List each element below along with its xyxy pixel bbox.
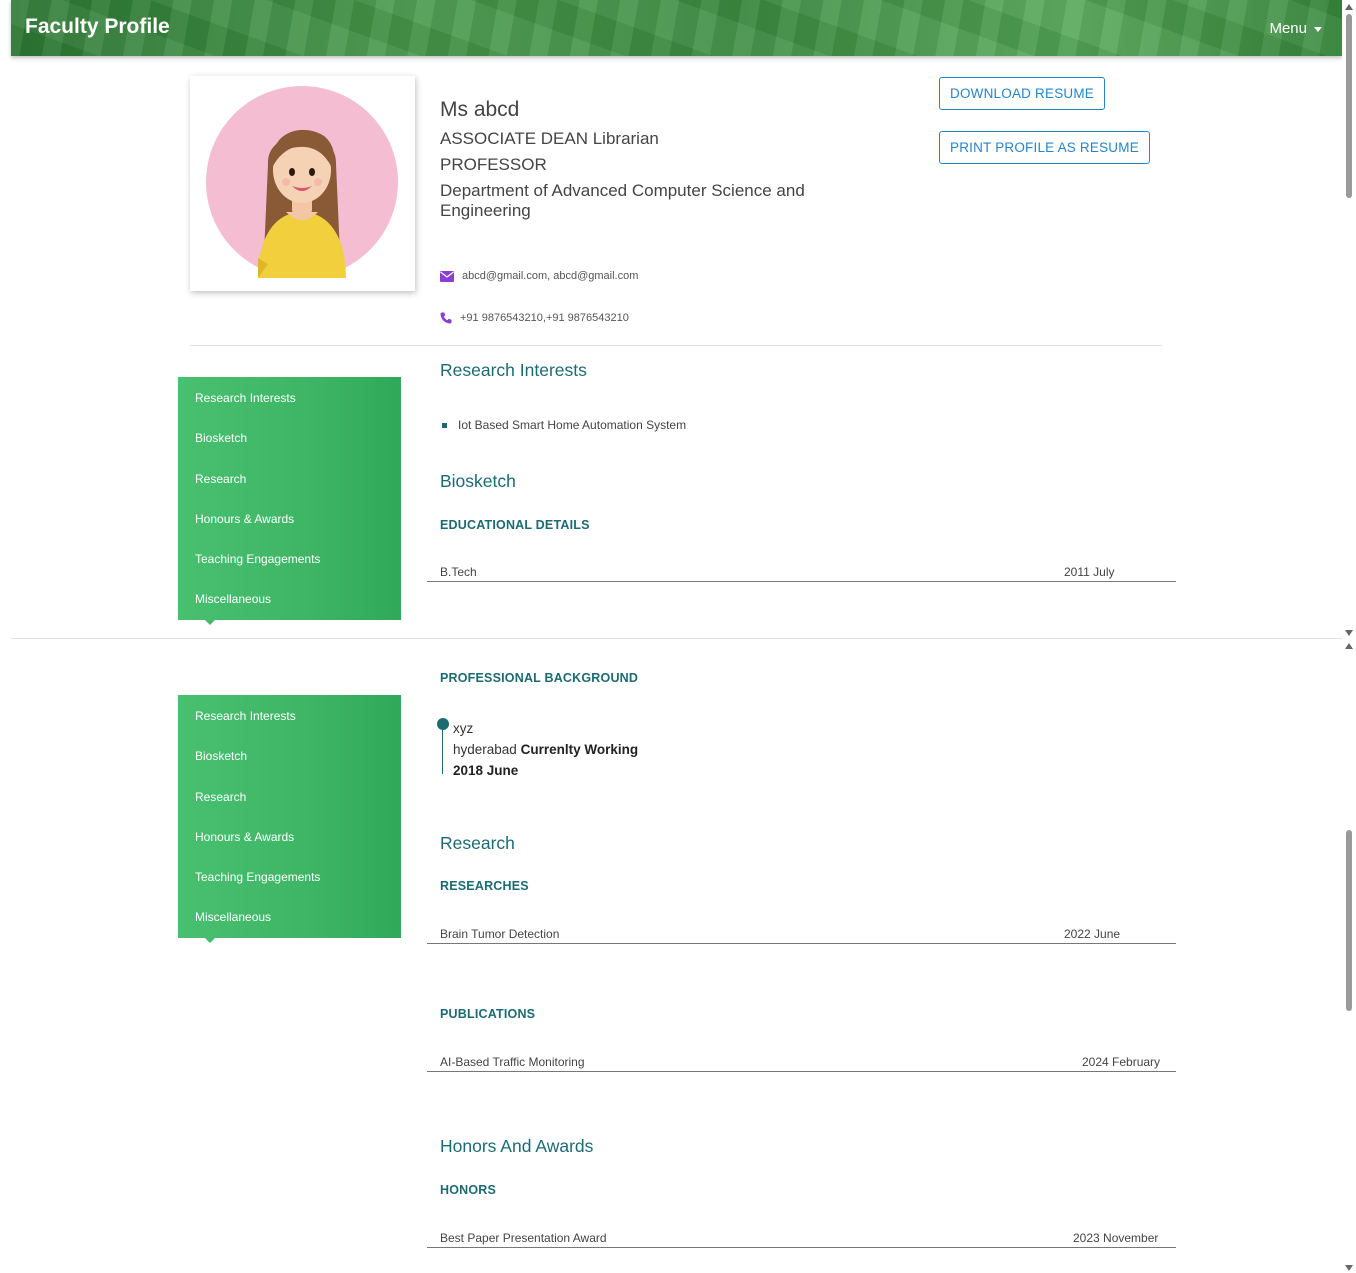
- faculty-name: Ms abcd: [440, 98, 520, 121]
- sidenav-notch: [205, 620, 215, 625]
- research-interest-item: Iot Based Smart Home Automation System: [442, 418, 686, 432]
- menu-label: Menu: [1269, 20, 1307, 37]
- email-contact: abcd@gmail.com, abcd@gmail.com: [440, 270, 638, 282]
- faculty-position: PROFESSOR: [440, 155, 547, 174]
- publication-title: AI-Based Traffic Monitoring: [440, 1055, 585, 1069]
- timeline-entry: xyz hyderabad Currenlty Working 2018 Jun…: [453, 718, 638, 781]
- publication-row: AI-Based Traffic Monitoring 2024 Februar…: [427, 1050, 1176, 1072]
- scrollbar[interactable]: [1342, 0, 1356, 1273]
- research-title: Research: [440, 833, 515, 853]
- education-row: B.Tech 2011 July: [427, 560, 1176, 582]
- research-interests-title: Research Interests: [440, 360, 587, 380]
- profile-avatar: [206, 86, 398, 278]
- sidenav-item-teaching-engagements[interactable]: Teaching Engagements: [178, 856, 401, 896]
- publication-date: 2024 February: [1082, 1055, 1161, 1069]
- honors-heading: HONORS: [440, 1183, 497, 1197]
- sidenav-notch: [205, 938, 215, 943]
- timeline-line: [442, 730, 443, 774]
- faculty-designation: ASSOCIATE DEAN Librarian: [440, 129, 659, 148]
- publications-heading: PUBLICATIONS: [440, 1007, 536, 1021]
- honor-row: Best Paper Presentation Award 2023 Novem…: [427, 1226, 1176, 1248]
- phone-text[interactable]: +91 9876543210,+91 9876543210: [460, 312, 629, 324]
- sidenav-item-research[interactable]: Research: [178, 776, 401, 816]
- section-sidenav: Research Interests Biosketch Research Ho…: [178, 695, 401, 943]
- scroll-up-icon[interactable]: [1345, 643, 1353, 649]
- honor-title: Best Paper Presentation Award: [440, 1231, 607, 1245]
- professional-location: hyderabad: [453, 742, 517, 757]
- section-sidenav: Research Interests Biosketch Research Ho…: [178, 377, 401, 625]
- sidenav-item-teaching-engagements[interactable]: Teaching Engagements: [178, 538, 401, 578]
- scrollbar-thumb[interactable]: [1346, 830, 1352, 1011]
- brand-title[interactable]: Faculty Profile: [25, 15, 170, 39]
- sidenav-item-miscellaneous[interactable]: Miscellaneous: [178, 578, 401, 618]
- professional-status: Currenlty Working: [520, 742, 639, 757]
- square-bullet-icon: [442, 422, 447, 428]
- research-row: Brain Tumor Detection 2022 June: [427, 922, 1176, 944]
- research-interest-text: Iot Based Smart Home Automation System: [458, 418, 687, 432]
- education-degree: B.Tech: [440, 565, 477, 579]
- sidenav-item-honours-awards[interactable]: Honours & Awards: [178, 816, 401, 856]
- sidenav-item-biosketch[interactable]: Biosketch: [178, 735, 401, 775]
- sidenav-item-research-interests[interactable]: Research Interests: [178, 377, 401, 417]
- scroll-down-icon[interactable]: [1345, 1265, 1353, 1271]
- menu-dropdown-button[interactable]: Menu: [1269, 20, 1322, 37]
- top-navbar: Faculty Profile Menu: [11, 0, 1342, 56]
- sidenav-item-research-interests[interactable]: Research Interests: [178, 695, 401, 735]
- caret-down-icon: [1314, 26, 1322, 32]
- print-profile-button[interactable]: PRINT PROFILE AS RESUME: [939, 131, 1150, 164]
- scroll-up-icon[interactable]: [1345, 4, 1353, 10]
- educational-details-heading: EDUCATIONAL DETAILS: [440, 518, 590, 532]
- profile-divider: [190, 345, 1162, 346]
- viewport-separator: [11, 638, 1342, 639]
- header-background-image: [11, 0, 1342, 56]
- phone-icon: [440, 312, 452, 324]
- honor-date: 2023 November: [1073, 1231, 1159, 1245]
- phone-contact: +91 9876543210,+91 9876543210: [440, 312, 629, 324]
- research-item-date: 2022 June: [1064, 927, 1121, 941]
- biosketch-title: Biosketch: [440, 471, 516, 491]
- professional-since: 2018 June: [453, 763, 519, 778]
- email-text[interactable]: abcd@gmail.com, abcd@gmail.com: [462, 270, 638, 282]
- scrollbar-thumb[interactable]: [1346, 14, 1352, 198]
- download-resume-button[interactable]: DOWNLOAD RESUME: [939, 77, 1106, 110]
- professional-background-heading: PROFESSIONAL BACKGROUND: [440, 671, 639, 685]
- envelope-icon: [440, 270, 454, 282]
- researches-heading: RESEARCHES: [440, 879, 529, 893]
- sidenav-item-honours-awards[interactable]: Honours & Awards: [178, 498, 401, 538]
- sidenav-item-miscellaneous[interactable]: Miscellaneous: [178, 896, 401, 936]
- research-item-title: Brain Tumor Detection: [440, 927, 560, 941]
- education-date: 2011 July: [1064, 565, 1115, 579]
- scroll-down-icon[interactable]: [1345, 630, 1353, 636]
- sidenav-item-biosketch[interactable]: Biosketch: [178, 417, 401, 457]
- timeline-dot: [437, 718, 449, 730]
- honors-awards-title: Honors And Awards: [440, 1136, 594, 1156]
- profile-photo-card: [190, 76, 415, 291]
- faculty-department: Department of Advanced Computer Science …: [440, 181, 805, 220]
- professional-org: xyz: [453, 721, 474, 736]
- sidenav-item-research[interactable]: Research: [178, 458, 401, 498]
